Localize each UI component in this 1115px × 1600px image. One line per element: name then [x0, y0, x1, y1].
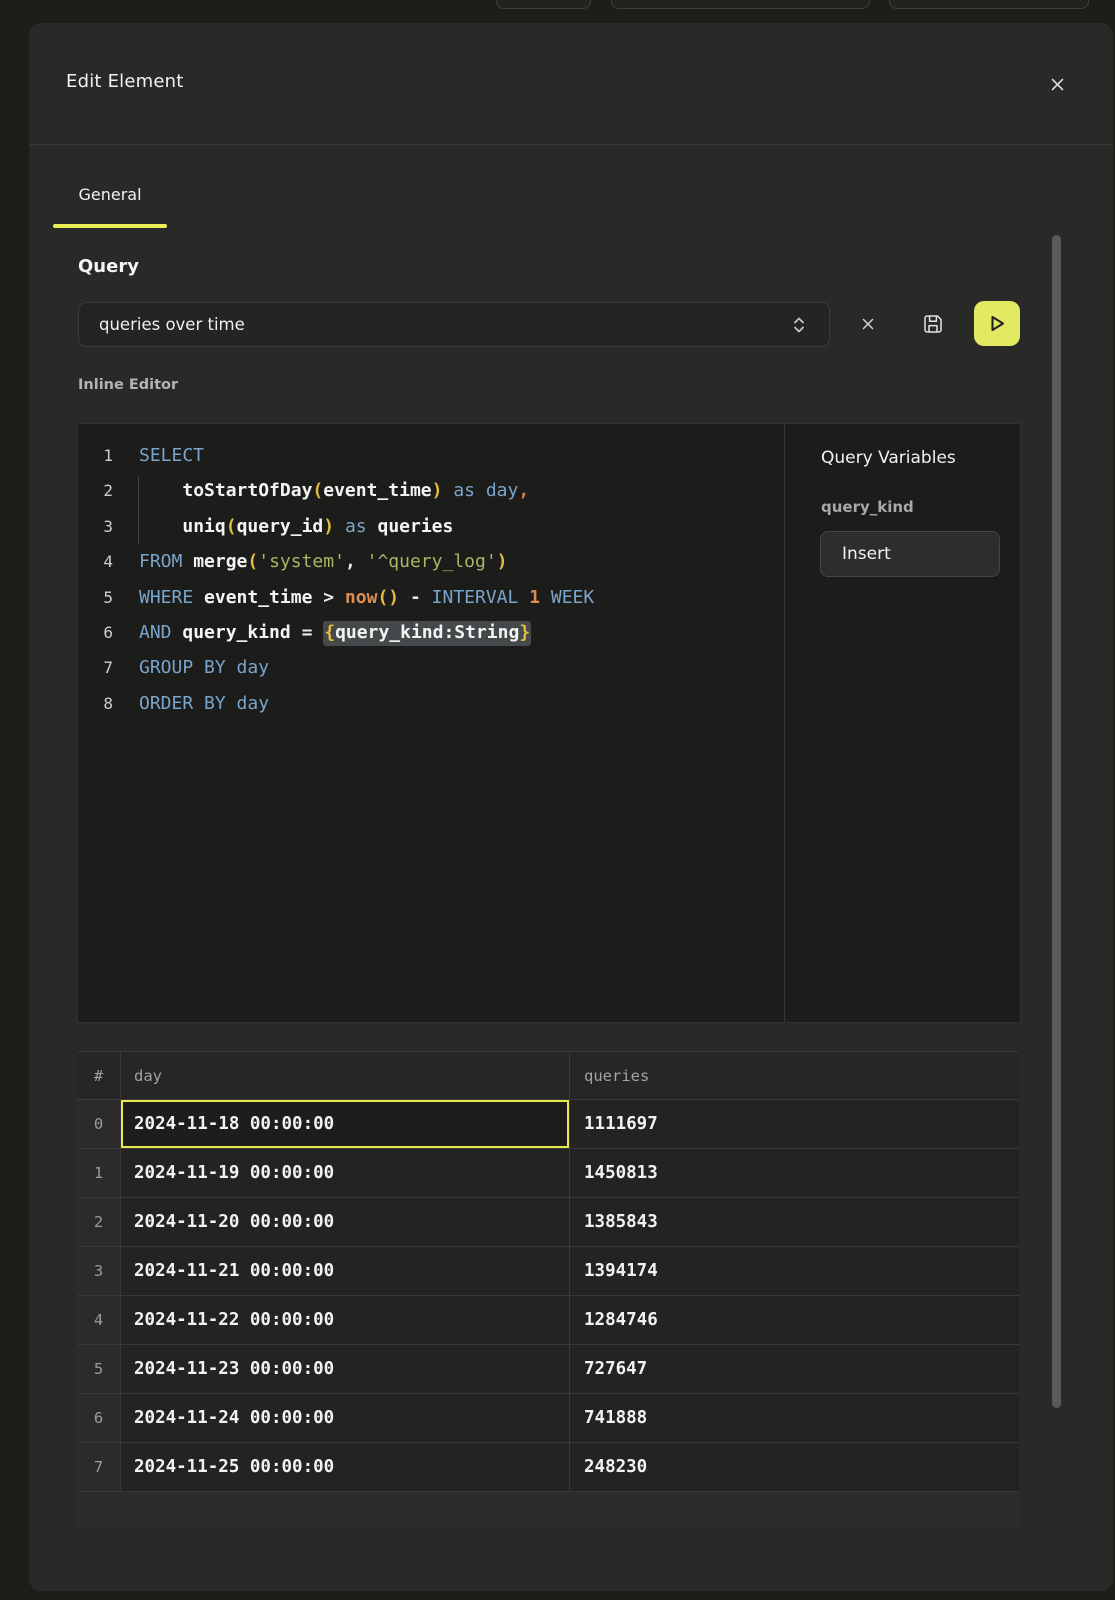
queries-cell[interactable]: 1111697 [569, 1100, 1019, 1148]
sql-editor-container: 12345678 SELECT toStartOfDay(event_time)… [77, 423, 1021, 1023]
code-line: WHERE event_time > now() - INTERVAL 1 WE… [139, 580, 780, 615]
run-query-button[interactable] [974, 301, 1020, 346]
row-index-cell: 3 [77, 1247, 120, 1295]
day-cell[interactable]: 2024-11-21 00:00:00 [120, 1247, 569, 1295]
table-row: 02024-11-18 00:00:001111697 [77, 1100, 1019, 1149]
close-icon [1050, 77, 1065, 92]
line-number: 1 [78, 438, 113, 473]
row-index-cell: 1 [77, 1149, 120, 1197]
line-number: 8 [78, 686, 113, 721]
queries-cell[interactable]: 1394174 [569, 1247, 1019, 1295]
clear-query-button[interactable] [855, 311, 881, 337]
table-row: 52024-11-23 00:00:00727647 [77, 1345, 1019, 1394]
code-line: GROUP BY day [139, 650, 780, 685]
editor-code[interactable]: SELECT toStartOfDay(event_time) as day, … [139, 438, 780, 721]
edit-element-modal: Edit Element General Query queries over … [29, 23, 1113, 1591]
queries-cell[interactable]: 727647 [569, 1345, 1019, 1393]
results-table-header: # day queries [77, 1052, 1019, 1100]
chevron-up-down-icon [792, 315, 806, 335]
save-query-button[interactable] [920, 311, 946, 337]
results-table: # day queries 02024-11-18 00:00:00111169… [77, 1051, 1019, 1528]
modal-scrollbar[interactable] [1052, 235, 1061, 1408]
tab-active-underline [53, 224, 167, 228]
table-row: 72024-11-25 00:00:00248230 [77, 1443, 1019, 1492]
editor-gutter: 12345678 [78, 438, 113, 721]
day-cell-selected[interactable]: 2024-11-18 00:00:00 [120, 1100, 569, 1148]
row-index-cell: 0 [77, 1100, 120, 1148]
background-toolbar-button[interactable] [889, 0, 1089, 9]
row-index-cell: 2 [77, 1198, 120, 1246]
line-number: 3 [78, 509, 113, 544]
code-line: SELECT [139, 438, 780, 473]
close-button[interactable] [1043, 70, 1071, 98]
query-variable-highlight: {query_kind:String} [323, 621, 531, 646]
query-select[interactable]: queries over time [78, 302, 830, 347]
code-line: FROM merge('system', '^query_log') [139, 544, 780, 579]
play-triangle-icon [988, 313, 1007, 334]
queries-cell[interactable]: 248230 [569, 1443, 1019, 1491]
insert-variable-button[interactable]: Insert [820, 531, 1000, 577]
editor-panel-divider [784, 424, 785, 1022]
day-cell[interactable]: 2024-11-20 00:00:00 [120, 1198, 569, 1246]
results-table-footer [77, 1492, 1019, 1528]
table-row: 62024-11-24 00:00:00741888 [77, 1394, 1019, 1443]
row-index-cell: 5 [77, 1345, 120, 1393]
day-cell[interactable]: 2024-11-22 00:00:00 [120, 1296, 569, 1344]
table-row: 22024-11-20 00:00:001385843 [77, 1198, 1019, 1247]
row-index-cell: 4 [77, 1296, 120, 1344]
code-line: AND query_kind = {query_kind:String} [139, 615, 780, 650]
query-variable-name: query_kind [821, 498, 914, 516]
column-header-index: # [77, 1052, 120, 1099]
queries-cell[interactable]: 1385843 [569, 1198, 1019, 1246]
results-body: 02024-11-18 00:00:00111169712024-11-19 0… [77, 1100, 1019, 1492]
queries-cell[interactable]: 1450813 [569, 1149, 1019, 1197]
queries-cell[interactable]: 741888 [569, 1394, 1019, 1442]
line-number: 4 [78, 544, 113, 579]
row-index-cell: 7 [77, 1443, 120, 1491]
modal-title: Edit Element [66, 71, 184, 92]
header-divider [29, 144, 1113, 145]
column-header-queries: queries [569, 1052, 1019, 1099]
line-number: 2 [78, 473, 113, 508]
insert-button-label: Insert [842, 544, 891, 564]
query-variables-heading: Query Variables [821, 448, 956, 468]
day-cell[interactable]: 2024-11-25 00:00:00 [120, 1443, 569, 1491]
code-line: uniq(query_id) as queries [139, 509, 780, 544]
background-toolbar-button[interactable] [496, 0, 591, 9]
day-cell[interactable]: 2024-11-24 00:00:00 [120, 1394, 569, 1442]
code-line: toStartOfDay(event_time) as day, [139, 473, 780, 508]
tab-general[interactable]: General [53, 179, 167, 211]
code-line: ORDER BY day [139, 686, 780, 721]
line-number: 5 [78, 580, 113, 615]
row-index-cell: 6 [77, 1394, 120, 1442]
background-toolbar-button[interactable] [611, 0, 870, 9]
line-number: 6 [78, 615, 113, 650]
queries-cell[interactable]: 1284746 [569, 1296, 1019, 1344]
day-cell[interactable]: 2024-11-19 00:00:00 [120, 1149, 569, 1197]
table-row: 42024-11-22 00:00:001284746 [77, 1296, 1019, 1345]
query-select-value: queries over time [99, 315, 245, 334]
query-section-heading: Query [78, 256, 139, 277]
day-cell[interactable]: 2024-11-23 00:00:00 [120, 1345, 569, 1393]
table-row: 12024-11-19 00:00:001450813 [77, 1149, 1019, 1198]
floppy-disk-icon [921, 312, 945, 336]
table-row: 32024-11-21 00:00:001394174 [77, 1247, 1019, 1296]
clear-x-icon [861, 317, 875, 331]
line-number: 7 [78, 650, 113, 685]
inline-editor-label: Inline Editor [78, 377, 178, 393]
column-header-day: day [120, 1052, 569, 1099]
